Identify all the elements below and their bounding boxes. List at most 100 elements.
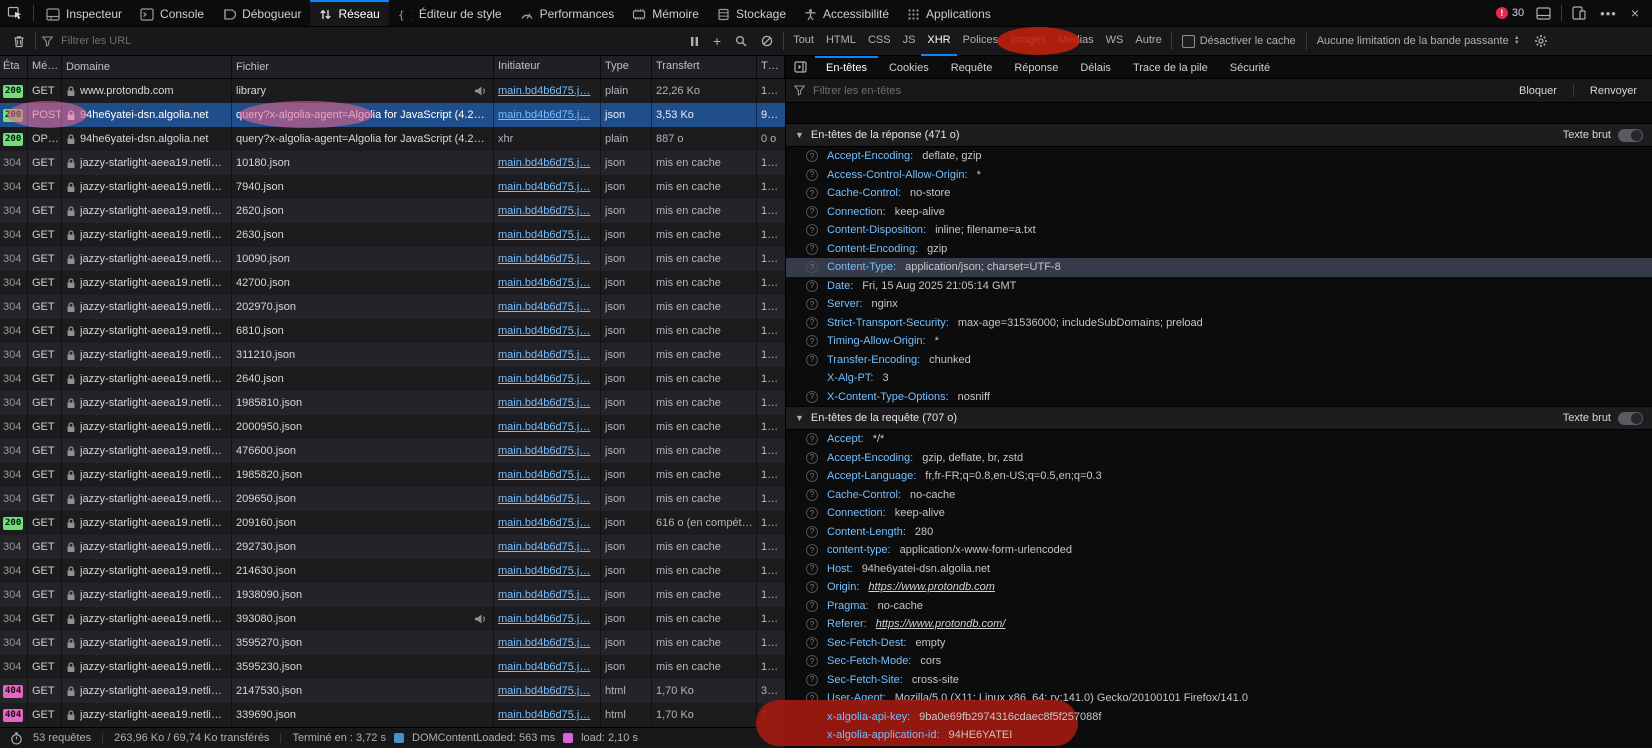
filter-xhr[interactable]: XHR <box>921 27 956 56</box>
initiator-link[interactable]: main.bd4b6d75.j… <box>498 661 590 673</box>
initiator-link[interactable]: main.bd4b6d75.j… <box>498 589 590 601</box>
initiator-link[interactable]: main.bd4b6d75.j… <box>498 205 590 217</box>
header-row[interactable]: ?Pragma:no-cache <box>786 597 1652 616</box>
header-row[interactable]: ?Content-Length:280 <box>786 523 1652 542</box>
column-header-2[interactable]: Domaine <box>62 56 232 78</box>
tab-accessibilite[interactable]: Accessibilité <box>795 0 898 26</box>
tab-stockage[interactable]: Stockage <box>708 0 795 26</box>
request-row[interactable]: 304GETjazzy-starlight-aeea19.netli…19858… <box>0 391 785 415</box>
info-icon[interactable]: ? <box>806 261 818 273</box>
initiator-link[interactable]: main.bd4b6d75.j… <box>498 253 590 265</box>
request-row[interactable]: 304GETjazzy-starlight-aeea19.netli…35952… <box>0 631 785 655</box>
header-row[interactable]: ?Referer:https://www.protondb.com/ <box>786 615 1652 634</box>
column-header-3[interactable]: Fichier <box>232 56 494 78</box>
initiator-link[interactable]: main.bd4b6d75.j… <box>498 301 590 313</box>
initiator-link[interactable]: main.bd4b6d75.j… <box>498 157 590 169</box>
header-row[interactable]: ?Strict-Transport-Security:max-age=31536… <box>786 314 1652 333</box>
details-tab-en-t-tes[interactable]: En-têtes <box>815 56 878 78</box>
filter-médias[interactable]: Médias <box>1052 27 1099 56</box>
tab-reseau[interactable]: Réseau <box>310 0 388 26</box>
filter-ws[interactable]: WS <box>1100 27 1130 56</box>
info-icon[interactable]: ? <box>806 298 818 310</box>
info-icon[interactable]: ? <box>806 470 818 482</box>
initiator-link[interactable]: main.bd4b6d75.j… <box>498 517 590 529</box>
request-row[interactable]: 404GETjazzy-starlight-aeea19.netli…33969… <box>0 703 785 727</box>
request-row[interactable]: 304GETjazzy-starlight-aeea19.netli…29273… <box>0 535 785 559</box>
info-icon[interactable]: ? <box>806 489 818 501</box>
tab-inspecteur[interactable]: Inspecteur <box>37 0 131 26</box>
info-icon[interactable]: ? <box>806 150 818 162</box>
request-row[interactable]: 404GETjazzy-starlight-aeea19.netli…21475… <box>0 679 785 703</box>
header-row[interactable]: ?Content-Disposition:inline; filename=a.… <box>786 221 1652 240</box>
details-tab-d-lais[interactable]: Délais <box>1069 56 1122 78</box>
request-row[interactable]: 304GETjazzy-starlight-aeea19.netli…19380… <box>0 583 785 607</box>
initiator-link[interactable]: main.bd4b6d75.j… <box>498 613 590 625</box>
column-header-5[interactable]: Type <box>601 56 652 78</box>
header-row[interactable]: ?X-Content-Type-Options:nosniff <box>786 388 1652 407</box>
header-row[interactable]: ?Host:94he6yatei-dsn.algolia.net <box>786 560 1652 579</box>
details-tab-requ-te[interactable]: Requête <box>940 56 1004 78</box>
request-row[interactable]: 200GETwww.protondb.comlibrarymain.bd4b6d… <box>0 79 785 103</box>
header-row[interactable]: ?Accept-Encoding:deflate, gzip <box>786 147 1652 166</box>
info-icon[interactable]: ? <box>806 433 818 445</box>
tab-applications[interactable]: Applications <box>898 0 1000 26</box>
initiator-link[interactable]: main.bd4b6d75.j… <box>498 325 590 337</box>
request-row[interactable]: 304GETjazzy-starlight-aeea19.netli…10090… <box>0 247 785 271</box>
header-row[interactable]: ?Cache-Control:no-cache <box>786 486 1652 505</box>
meatball-menu-icon[interactable]: ••• <box>1593 6 1624 21</box>
filter-js[interactable]: JS <box>897 27 922 56</box>
info-icon[interactable]: ? <box>806 452 818 464</box>
block-url-button[interactable]: Bloquer <box>1512 85 1564 97</box>
info-icon[interactable]: ? <box>806 600 818 612</box>
responsive-mode-icon[interactable] <box>1565 6 1593 20</box>
tab-debogueur[interactable]: Débogueur <box>213 0 310 26</box>
info-icon[interactable]: ? <box>806 280 818 292</box>
header-row[interactable]: ?Server:nginx <box>786 295 1652 314</box>
column-header-6[interactable]: Transfert <box>652 56 757 78</box>
column-header-1[interactable]: Mé… <box>28 56 62 78</box>
initiator-link[interactable]: main.bd4b6d75.j… <box>498 229 590 241</box>
request-row[interactable]: 304GETjazzy-starlight-aeea19.netli…2640.… <box>0 367 785 391</box>
info-icon[interactable]: ? <box>806 317 818 329</box>
request-headers-section-bar[interactable]: ▼En-têtes de la requête (707 o)Texte bru… <box>786 406 1652 430</box>
initiator-link[interactable]: main.bd4b6d75.j… <box>498 421 590 433</box>
info-icon[interactable]: ? <box>806 692 818 704</box>
header-row[interactable]: ?User-Agent:Mozilla/5.0 (X11; Linux x86_… <box>786 689 1652 708</box>
header-row[interactable]: x-algolia-application-id:94HE6YATEI <box>786 726 1652 745</box>
info-icon[interactable]: ? <box>806 243 818 255</box>
url-filter-input[interactable] <box>56 34 683 48</box>
header-row[interactable]: ?Access-Control-Allow-Origin:* <box>786 166 1652 185</box>
initiator-link[interactable]: main.bd4b6d75.j… <box>498 349 590 361</box>
header-row[interactable]: ?Content-Type:application/json; charset=… <box>786 258 1652 277</box>
request-row[interactable]: 304GETjazzy-starlight-aeea19.netli…47660… <box>0 439 785 463</box>
request-row[interactable]: 304GETjazzy-starlight-aeea19.netli…35952… <box>0 655 785 679</box>
raw-text-toggle[interactable]: Texte brut <box>1563 412 1643 425</box>
info-icon[interactable]: ? <box>806 581 818 593</box>
initiator-link[interactable]: main.bd4b6d75.j… <box>498 277 590 289</box>
header-row[interactable]: ?Cache-Control:no-store <box>786 184 1652 203</box>
request-row[interactable]: 304GETjazzy-starlight-aeea19.netli…39308… <box>0 607 785 631</box>
initiator-link[interactable]: main.bd4b6d75.j… <box>498 445 590 457</box>
filter-autre[interactable]: Autre <box>1129 27 1167 56</box>
error-count-badge[interactable]: ! 30 <box>1491 7 1529 19</box>
info-icon[interactable]: ? <box>806 224 818 236</box>
header-row[interactable]: ?Date:Fri, 15 Aug 2025 21:05:14 GMT <box>786 277 1652 296</box>
header-row[interactable]: ?Accept:*/* <box>786 430 1652 449</box>
request-row[interactable]: 304GETjazzy-starlight-aeea19.netli…20965… <box>0 487 785 511</box>
request-row[interactable]: 200POST94he6yatei-dsn.algolia.netquery?x… <box>0 103 785 127</box>
filter-css[interactable]: CSS <box>862 27 897 56</box>
headers-filter-input[interactable] <box>811 84 1506 98</box>
header-row[interactable]: ?Origin:https://www.protondb.com <box>786 578 1652 597</box>
header-row[interactable]: X-Alg-PT:3 <box>786 369 1652 388</box>
info-icon[interactable]: ? <box>806 354 818 366</box>
initiator-link[interactable]: main.bd4b6d75.j… <box>498 685 590 697</box>
initiator-link[interactable]: main.bd4b6d75.j… <box>498 469 590 481</box>
request-row[interactable]: 304GETjazzy-starlight-aeea19.netli…6810.… <box>0 319 785 343</box>
request-row[interactable]: 200GETjazzy-starlight-aeea19.netli…20916… <box>0 511 785 535</box>
raw-text-toggle[interactable]: Texte brut <box>1563 129 1643 142</box>
info-icon[interactable]: ? <box>806 674 818 686</box>
initiator-link[interactable]: main.bd4b6d75.j… <box>498 397 590 409</box>
info-icon[interactable]: ? <box>806 618 818 630</box>
header-row[interactable]: ?Content-Encoding:gzip <box>786 240 1652 259</box>
split-console-icon[interactable] <box>1529 7 1558 20</box>
